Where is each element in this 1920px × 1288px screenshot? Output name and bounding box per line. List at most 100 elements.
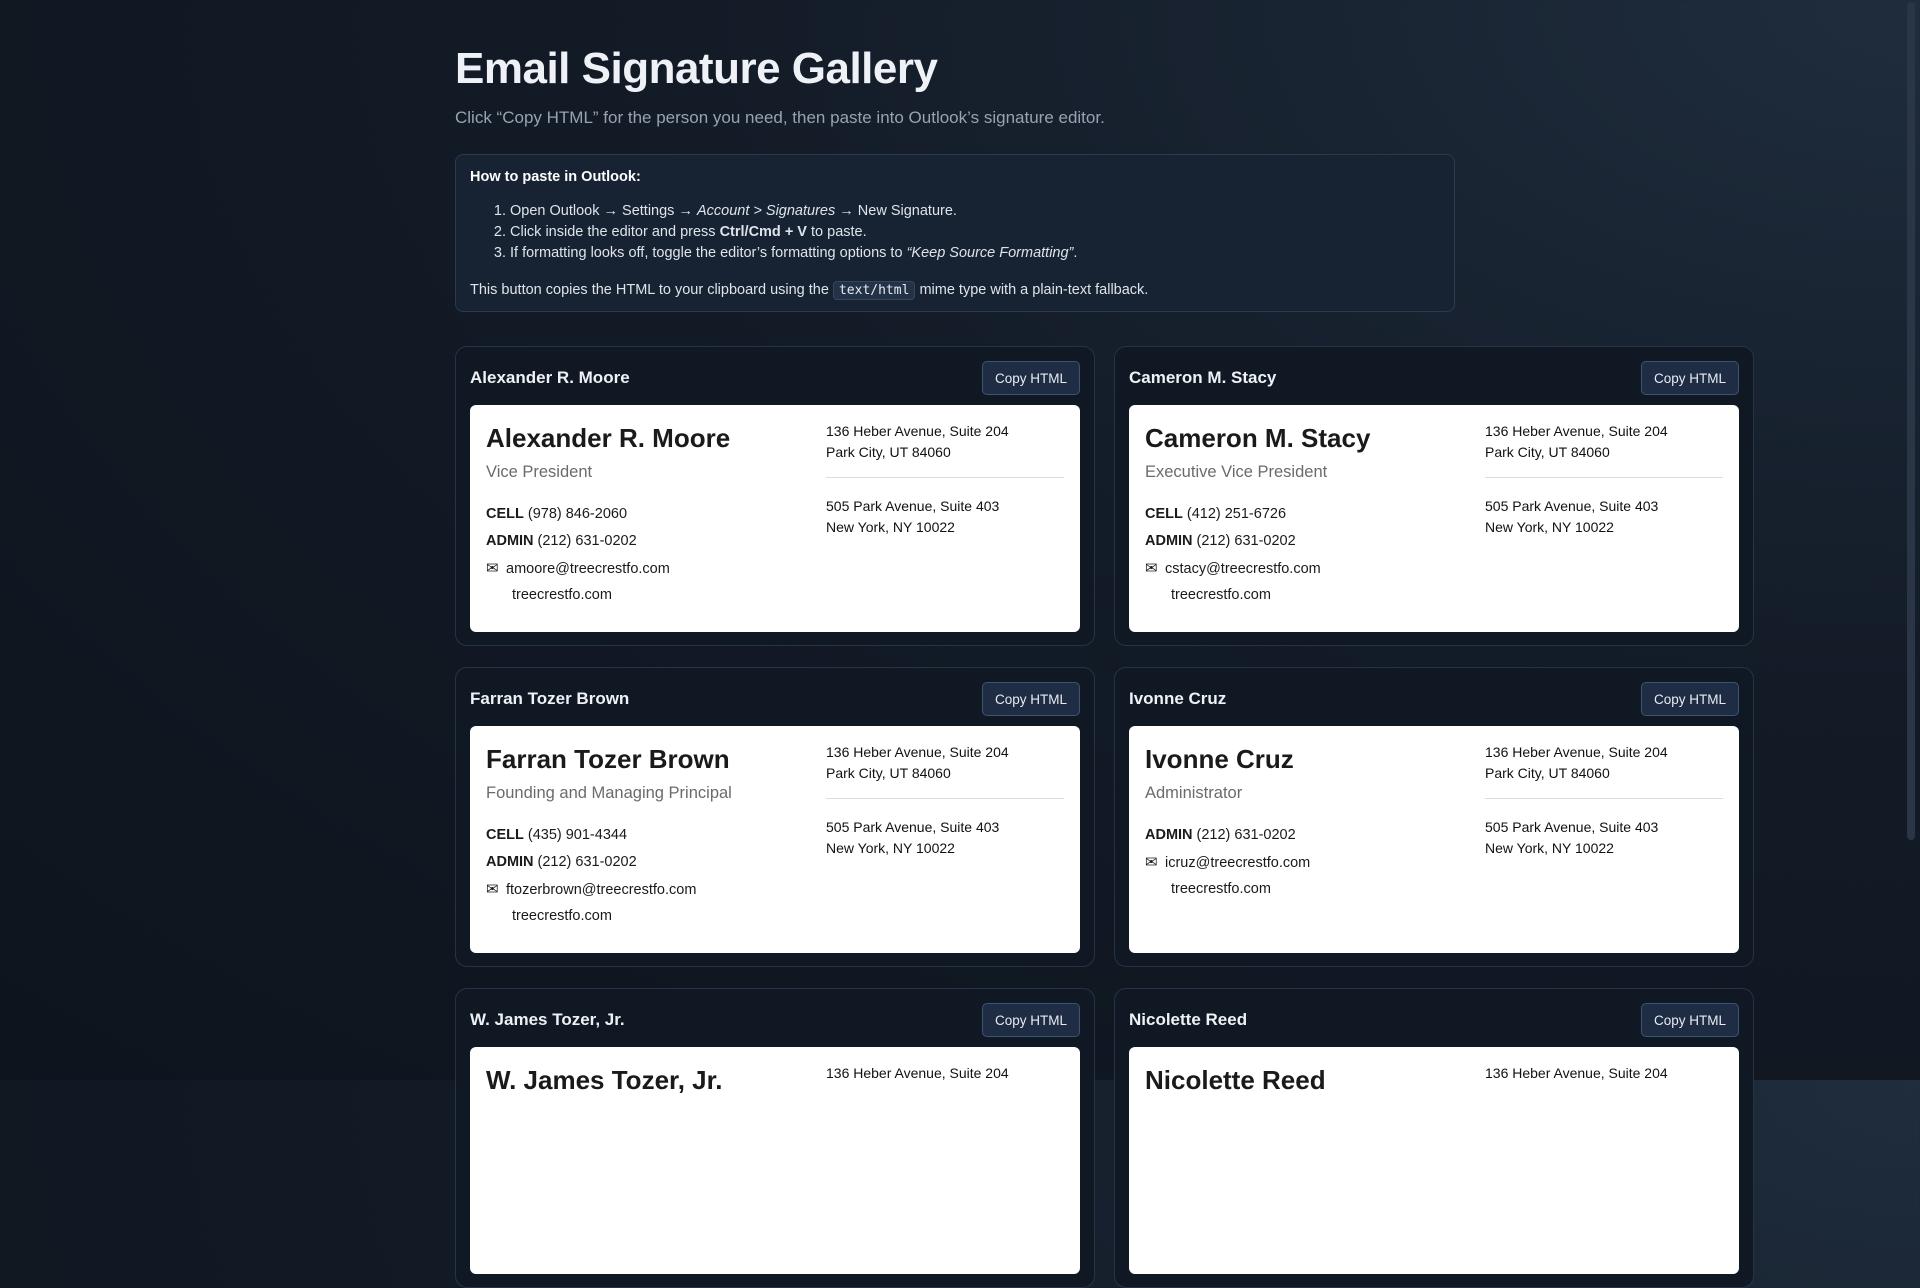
signature-addresses: 136 Heber Avenue, Suite 204 Park City, UT…: [826, 742, 1064, 859]
email-link[interactable]: cstacy@treecrestfo.com: [1165, 561, 1321, 577]
howto-title: How to paste in Outlook:: [470, 169, 641, 185]
admin-line: ADMIN (212) 631-0202: [1145, 533, 1296, 549]
copy-html-button[interactable]: Copy HTML: [981, 1003, 1080, 1037]
signature-card: Ivonne Cruz Copy HTML Ivonne Cruz Admini…: [1114, 667, 1754, 967]
card-title: Alexander R. Moore: [470, 368, 630, 387]
copy-html-button[interactable]: Copy HTML: [1640, 1003, 1739, 1037]
page-subtitle: Click “Copy HTML” for the person you nee…: [455, 108, 1105, 127]
signature-preview: Ivonne Cruz Administrator ADMIN (212) 631…: [1129, 726, 1739, 953]
howto-panel: How to paste in Outlook: Open Outlook → …: [455, 154, 1455, 312]
envelope-icon: ✉: [1145, 854, 1158, 871]
signature-preview: W. James Tozer, Jr. 136 Heber Avenue, Su…: [470, 1047, 1080, 1274]
address-new-york: 505 Park Avenue, Suite 403 New York, NY 1…: [1485, 819, 1659, 856]
scrollbar-thumb[interactable]: [1907, 2, 1915, 840]
website-line: treecrestfo.com: [486, 903, 696, 930]
card-title: W. James Tozer, Jr.: [470, 1010, 625, 1029]
howto-steps: Open Outlook → Settings → Account > Sign…: [470, 201, 1440, 264]
signature-card: Alexander R. Moore Copy HTML Alexander R…: [455, 346, 1095, 646]
website-link[interactable]: treecrestfo.com: [1171, 587, 1271, 603]
card-header: Alexander R. Moore Copy HTML: [470, 361, 1080, 395]
card-title: Farran Tozer Brown: [470, 689, 630, 708]
signature-name: Alexander R. Moore: [486, 423, 731, 453]
signature-card: W. James Tozer, Jr. Copy HTML W. James T…: [455, 988, 1095, 1288]
signature-addresses: 136 Heber Avenue, Suite 204 Park City, UT…: [1485, 742, 1723, 859]
email-link[interactable]: icruz@treecrestfo.com: [1165, 855, 1310, 871]
admin-line: ADMIN (212) 631-0202: [486, 533, 637, 549]
signature-card: Farran Tozer Brown Copy HTML Farran Toze…: [455, 667, 1095, 967]
email-link[interactable]: amoore@treecrestfo.com: [506, 561, 670, 577]
signature-contacts: ADMIN (212) 631-0202 ✉ icruz@treecrestfo.c…: [1145, 822, 1310, 903]
page-title: Email Signature Gallery: [455, 44, 938, 93]
copy-html-button[interactable]: Copy HTML: [1640, 682, 1739, 716]
signature-name: Farran Tozer Brown: [486, 744, 730, 774]
address-divider: [826, 477, 1064, 478]
card-title: Ivonne Cruz: [1129, 689, 1227, 708]
signature-contacts: CELL (412) 251-6726 ADMIN (212) 631-0202 ✉…: [1145, 501, 1321, 609]
howto-step-2: Click inside the editor and press Ctrl/C…: [510, 222, 1440, 243]
copy-html-button[interactable]: Copy HTML: [1640, 361, 1739, 395]
mime-type-code: text/html: [832, 281, 916, 300]
signature-preview: Farran Tozer Brown Founding and Managing…: [470, 726, 1080, 953]
copy-html-button[interactable]: Copy HTML: [981, 361, 1080, 395]
card-title: Nicolette Reed: [1129, 1010, 1248, 1029]
signature-role: Executive Vice President: [1145, 463, 1328, 481]
address-new-york: 505 Park Avenue, Suite 403 New York, NY 1…: [826, 819, 1000, 856]
copy-html-button[interactable]: Copy HTML: [981, 682, 1080, 716]
card-header: Cameron M. Stacy Copy HTML: [1129, 361, 1739, 395]
signature-name: Nicolette Reed: [1145, 1065, 1326, 1095]
envelope-icon: ✉: [486, 881, 499, 898]
website-line: treecrestfo.com: [486, 582, 670, 609]
website-line: treecrestfo.com: [1145, 876, 1310, 903]
admin-line: ADMIN (212) 631-0202: [1145, 827, 1296, 843]
address-new-york: 505 Park Avenue, Suite 403 New York, NY 1…: [1485, 498, 1659, 535]
address-park-city: 136 Heber Avenue, Suite 204 Park City, UT…: [826, 423, 1009, 460]
card-title: Cameron M. Stacy: [1129, 368, 1277, 387]
card-header: Nicolette Reed Copy HTML: [1129, 1003, 1739, 1037]
signature-role: Founding and Managing Principal: [486, 784, 732, 802]
website-link[interactable]: treecrestfo.com: [512, 587, 612, 603]
page-scrollbar[interactable]: [1906, 0, 1916, 1080]
signature-card: Cameron M. Stacy Copy HTML Cameron M. St…: [1114, 346, 1754, 646]
signature-role: Vice President: [486, 463, 593, 481]
address-divider: [1485, 477, 1723, 478]
address-park-city: 136 Heber Avenue, Suite 204: [1485, 1065, 1668, 1081]
signature-contacts: CELL (978) 846-2060 ADMIN (212) 631-0202 ✉…: [486, 501, 670, 609]
website-link[interactable]: treecrestfo.com: [512, 908, 612, 924]
email-line: ✉ ftozerbrown@treecrestfo.com: [486, 876, 696, 903]
card-header: W. James Tozer, Jr. Copy HTML: [470, 1003, 1080, 1037]
address-park-city: 136 Heber Avenue, Suite 204 Park City, UT…: [826, 744, 1009, 781]
signature-card: Nicolette Reed Copy HTML Nicolette Reed …: [1114, 988, 1754, 1288]
envelope-icon: ✉: [1145, 560, 1158, 577]
signature-addresses: 136 Heber Avenue, Suite 204: [826, 1063, 1064, 1084]
signature-preview: Cameron M. Stacy Executive Vice Presiden…: [1129, 405, 1739, 632]
envelope-icon: ✉: [486, 560, 499, 577]
address-park-city: 136 Heber Avenue, Suite 204 Park City, UT…: [1485, 744, 1668, 781]
signature-role: Administrator: [1145, 784, 1243, 802]
address-new-york: 505 Park Avenue, Suite 403 New York, NY 1…: [826, 498, 1000, 535]
howto-step-3: If formatting looks off, toggle the edit…: [510, 243, 1440, 264]
signature-name: Cameron M. Stacy: [1145, 423, 1371, 453]
signature-name: W. James Tozer, Jr.: [486, 1065, 723, 1095]
admin-line: ADMIN (212) 631-0202: [486, 854, 637, 870]
email-line: ✉ icruz@treecrestfo.com: [1145, 849, 1310, 876]
howto-note: This button copies the HTML to your clip…: [470, 281, 1149, 300]
signature-addresses: 136 Heber Avenue, Suite 204 Park City, UT…: [826, 421, 1064, 538]
signature-preview: Alexander R. Moore Vice President CELL (9…: [470, 405, 1080, 632]
address-divider: [826, 798, 1064, 799]
signature-name: Ivonne Cruz: [1145, 744, 1294, 774]
signature-preview: Nicolette Reed 136 Heber Avenue, Suite 2…: [1129, 1047, 1739, 1274]
cell-line: CELL (978) 846-2060: [486, 506, 628, 522]
signature-addresses: 136 Heber Avenue, Suite 204 Park City, UT…: [1485, 421, 1723, 538]
address-park-city: 136 Heber Avenue, Suite 204 Park City, UT…: [1485, 423, 1668, 460]
card-header: Farran Tozer Brown Copy HTML: [470, 682, 1080, 716]
address-divider: [1485, 798, 1723, 799]
signature-addresses: 136 Heber Avenue, Suite 204: [1485, 1063, 1723, 1084]
signature-contacts: CELL (435) 901-4344 ADMIN (212) 631-0202 ✉…: [486, 822, 696, 930]
website-link[interactable]: treecrestfo.com: [1171, 881, 1271, 897]
email-link[interactable]: ftozerbrown@treecrestfo.com: [506, 882, 696, 898]
cell-line: CELL (435) 901-4344: [486, 827, 628, 843]
address-park-city: 136 Heber Avenue, Suite 204: [826, 1065, 1009, 1081]
card-header: Ivonne Cruz Copy HTML: [1129, 682, 1739, 716]
cell-line: CELL (412) 251-6726: [1145, 506, 1287, 522]
email-line: ✉ cstacy@treecrestfo.com: [1145, 555, 1321, 582]
